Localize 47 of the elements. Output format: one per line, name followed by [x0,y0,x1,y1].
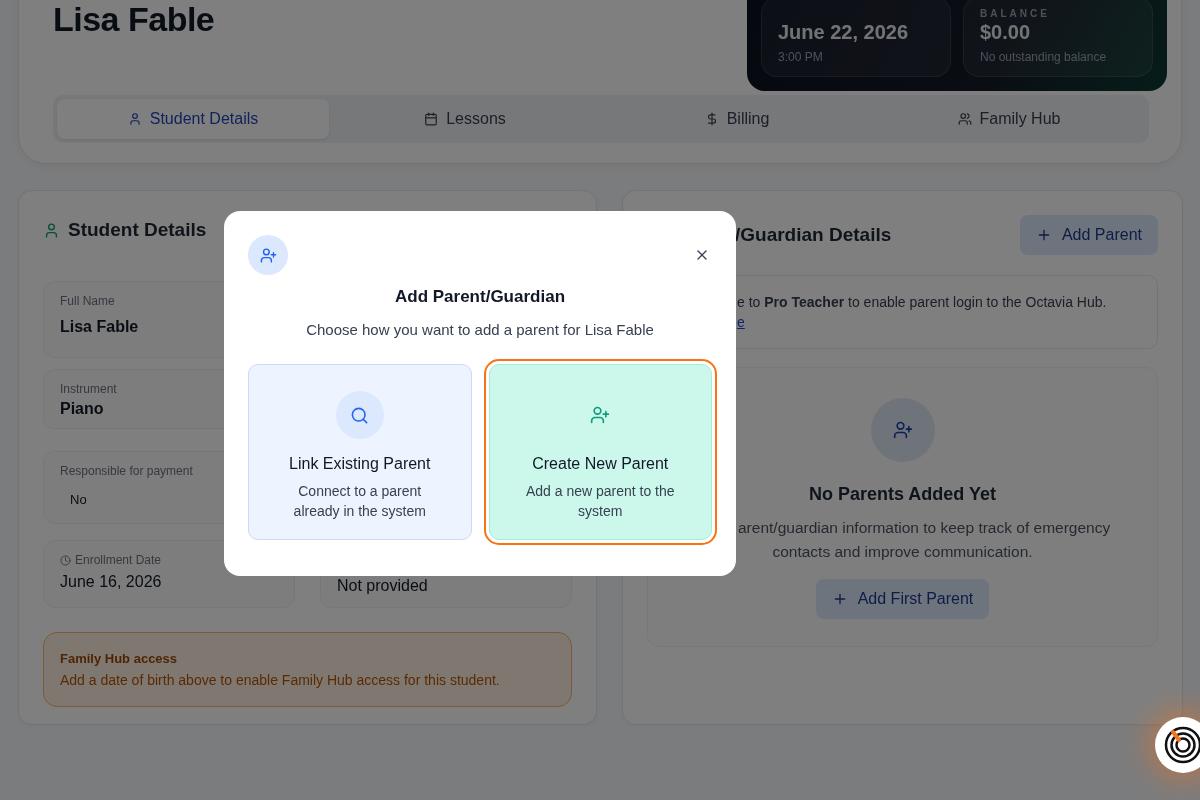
search-icon [335,391,384,439]
option-title: Create New Parent [532,455,669,473]
notice-text: Add a date of birth above to enable Family Hub access for this student. [60,672,501,688]
tab[interactable]: Student Details [57,99,329,139]
empty-description: contacts and improve communication. [772,543,1033,561]
notice-title: Family Hub access [60,651,179,666]
modal-title: Add Parent/Guardian [395,287,565,307]
option-description: Add a new parent to the system [524,482,676,522]
field-label: Responsible for payment [60,464,193,478]
add-first-parent-button[interactable]: Add First Parent [815,579,990,619]
field-value: June 16, 2026 [60,573,162,591]
users-icon [957,112,972,126]
user-icon [43,221,60,239]
option-description: Connect to a parent already in the system [292,482,427,522]
add-parent-button[interactable]: Add Parent [1019,215,1158,255]
panel-title: /Guardian Details [735,224,892,246]
option-title: Link Existing Parent [289,455,431,473]
tab[interactable]: Family Hub [873,99,1145,139]
upgrade-link[interactable]: e [737,314,745,331]
field-label: Enrollment Date [75,553,162,567]
tab[interactable]: Billing [601,99,873,139]
student-name: Lisa Fable [53,1,215,39]
clock-icon [60,554,71,566]
field-value: Not provided [337,577,428,595]
calendar-icon [424,112,439,126]
balance-note: No outstanding balance [980,50,1108,64]
balance-amount: $0.00 [980,21,1032,44]
empty-title: No Parents Added Yet [808,484,997,505]
empty-description: arent/guardian information to keep track of emergency [737,519,1111,537]
field-value: Lisa Fable [60,318,139,336]
lesson-date: June 22, 2026 [778,21,910,44]
field-label: Full Name [60,294,115,308]
modal-subtitle: Choose how you want to add a parent for Lisa Fable [306,321,654,338]
target-logo-icon [1163,725,1200,765]
user-icon [127,112,142,126]
user-plus-icon [248,235,288,275]
field-value: Piano [60,400,104,418]
field-value: No [69,492,87,507]
upgrade-text: e to Pro Teacher to enable parent login to the Octavia Hub. [737,293,1108,312]
tab[interactable]: Lessons [329,99,601,139]
help-launcher-button[interactable] [1155,717,1200,773]
option-card[interactable]: Link Existing Parent Connect to a parent already in the system [248,364,472,540]
panel-title: Student Details [68,219,207,241]
user-plus-icon [892,420,913,440]
lesson-time: 3:00 PM [778,50,824,64]
field-label: Instrument [60,382,117,396]
balance-label: BALANCE [980,8,1051,19]
